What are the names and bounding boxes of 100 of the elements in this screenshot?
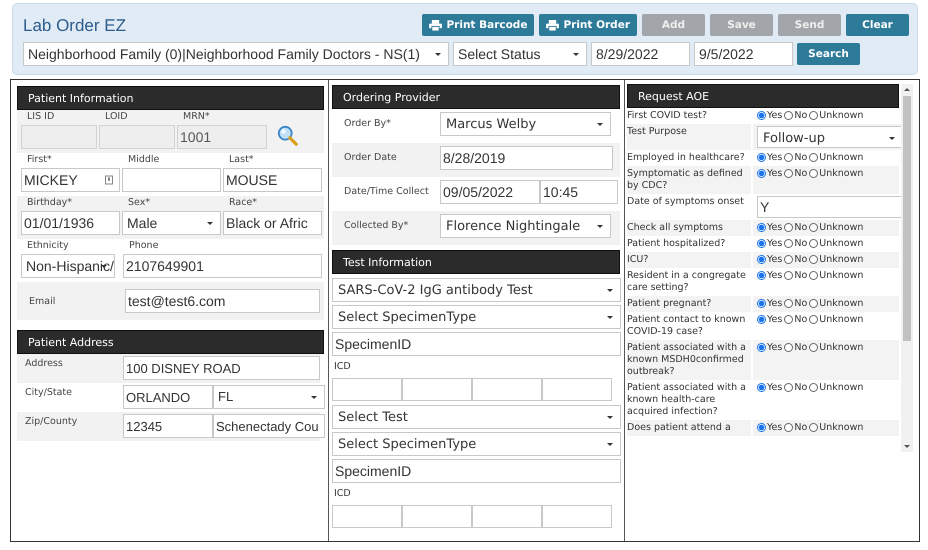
icd-field[interactable] xyxy=(542,378,612,401)
radio-option[interactable]: Yes xyxy=(757,168,782,179)
radio-option[interactable]: No xyxy=(784,238,808,249)
radio-option[interactable]: Yes xyxy=(757,270,782,281)
text-field[interactable]: 09/05/2022 xyxy=(440,180,540,204)
question-label: Patient associated with a known health-care acquired infection? xyxy=(627,381,747,419)
caret-icon xyxy=(597,123,603,126)
radio-option[interactable]: Unknown xyxy=(809,110,864,121)
radio-option[interactable]: Yes xyxy=(757,152,782,163)
dropdown[interactable]: Non-Hispanic/ xyxy=(21,254,115,278)
text-field[interactable]: 10:45 xyxy=(540,180,618,204)
radio-option[interactable]: No xyxy=(784,222,808,233)
radio-option[interactable]: Yes xyxy=(757,382,782,393)
radio-option[interactable]: Yes xyxy=(757,342,782,353)
specimen-id-field[interactable]: SpecimenID xyxy=(332,459,621,483)
icd-field[interactable] xyxy=(332,505,402,528)
radio-option[interactable]: Unknown xyxy=(809,168,864,179)
text-field[interactable]: MICKEY xyxy=(21,168,120,192)
caret-icon xyxy=(573,53,579,56)
dropdown[interactable]: Marcus Welby xyxy=(440,112,611,136)
toolbar-button[interactable]: Clear xyxy=(846,14,909,36)
text-field[interactable]: ORLANDO xyxy=(123,385,213,409)
dropdown[interactable]: Follow-up xyxy=(757,126,903,148)
section-header: Patient Address xyxy=(17,330,324,354)
dropdown[interactable]: Male xyxy=(122,211,221,235)
radio-option[interactable]: Unknown xyxy=(809,298,864,309)
text-field[interactable]: 2107649901 xyxy=(123,254,322,278)
caret-icon xyxy=(435,53,441,56)
date-field[interactable]: 8/29/2022 xyxy=(591,42,690,66)
text-field[interactable]: Schenectady Cou xyxy=(213,414,325,438)
radio-option[interactable]: Unknown xyxy=(809,152,864,163)
radio-option[interactable]: Yes xyxy=(757,222,782,233)
radio-option[interactable]: Yes xyxy=(757,298,782,309)
field-label: Race* xyxy=(228,197,258,208)
text-field[interactable]: 8/28/2019 xyxy=(440,146,613,170)
specimen-type-dropdown[interactable]: Select SpecimenType xyxy=(332,305,621,329)
test-dropdown[interactable]: SARS-CoV-2 IgG antibody Test xyxy=(332,278,621,302)
radio-option[interactable]: Unknown xyxy=(809,238,864,249)
search-icon[interactable] xyxy=(277,125,299,147)
icd-field[interactable] xyxy=(402,505,472,528)
radio-option[interactable]: Unknown xyxy=(809,254,864,265)
radio-option[interactable]: No xyxy=(784,422,808,433)
radio-option[interactable]: Unknown xyxy=(809,382,864,393)
caret-icon xyxy=(101,265,107,268)
radio-option[interactable]: Unknown xyxy=(809,270,864,281)
field-label: First* xyxy=(26,154,53,165)
toolbar-button[interactable]: Print Order xyxy=(539,14,637,36)
radio-option[interactable]: Unknown xyxy=(809,342,864,353)
icd-field[interactable] xyxy=(332,378,402,401)
radio-option[interactable]: Yes xyxy=(757,254,782,265)
facility-dropdown[interactable]: Neighborhood Family (0)|Neighborhood Family Doctors - NS(1) xyxy=(23,42,449,66)
text-field[interactable]: Y xyxy=(757,196,903,218)
icd-field[interactable] xyxy=(472,378,542,401)
icd-field[interactable] xyxy=(472,505,542,528)
field-label: Order Date xyxy=(343,152,398,163)
specimen-id-field[interactable]: SpecimenID xyxy=(332,332,621,356)
scrollbar[interactable] xyxy=(901,84,913,452)
text-field[interactable] xyxy=(122,168,221,192)
radio-option[interactable]: Unknown xyxy=(809,222,864,233)
icd-field[interactable] xyxy=(542,505,612,528)
search-button[interactable]: Search xyxy=(797,43,860,65)
radio-option[interactable]: No xyxy=(784,298,808,309)
radio-option[interactable]: No xyxy=(784,110,808,121)
test-dropdown[interactable]: Select Test xyxy=(332,405,621,429)
field-label: ICD xyxy=(333,488,352,499)
toolbar-button[interactable]: Print Barcode xyxy=(422,14,534,36)
text-field[interactable]: test@test6.com xyxy=(125,289,320,313)
dropdown[interactable]: Florence Nightingale xyxy=(440,214,611,238)
question-label: Check all symptoms xyxy=(627,220,751,236)
radio-option[interactable]: No xyxy=(784,254,808,265)
icd-field[interactable] xyxy=(402,378,472,401)
app-title: Lab Order EZ xyxy=(23,16,126,36)
field-label: City/State xyxy=(24,387,73,398)
field-label: LOID xyxy=(104,111,129,122)
status-dropdown[interactable]: Select Status xyxy=(453,42,587,66)
text-field[interactable]: Black or Afric xyxy=(223,211,322,235)
radio-option[interactable]: Unknown xyxy=(809,422,864,433)
radio-option[interactable]: Yes xyxy=(757,238,782,249)
text-field[interactable]: 100 DISNEY ROAD xyxy=(123,356,320,380)
radio-option[interactable]: Yes xyxy=(757,422,782,433)
section-header: Patient Information xyxy=(17,86,324,110)
specimen-type-dropdown[interactable]: Select SpecimenType xyxy=(332,432,621,456)
question-label: Does patient attend a xyxy=(627,420,751,436)
radio-option[interactable]: No xyxy=(784,314,808,325)
radio-option[interactable]: No xyxy=(784,342,808,353)
radio-option[interactable]: No xyxy=(784,152,808,163)
radio-option[interactable]: Yes xyxy=(757,110,782,121)
radio-option[interactable]: Yes xyxy=(757,314,782,325)
field-label: Ethnicity xyxy=(26,240,70,251)
text-field[interactable]: 12345 xyxy=(123,414,213,438)
date-field[interactable]: 9/5/2022 xyxy=(694,42,793,66)
text-field[interactable]: 01/01/1936 xyxy=(21,211,120,235)
radio-option[interactable]: No xyxy=(784,168,808,179)
dropdown[interactable]: FL xyxy=(213,385,325,409)
radio-option[interactable]: Unknown xyxy=(809,314,864,325)
caret-icon xyxy=(597,225,603,228)
radio-option[interactable]: No xyxy=(784,382,808,393)
question-label: Employed in healthcare? xyxy=(627,151,746,165)
text-field[interactable]: MOUSE xyxy=(223,168,322,192)
radio-option[interactable]: No xyxy=(784,270,808,281)
